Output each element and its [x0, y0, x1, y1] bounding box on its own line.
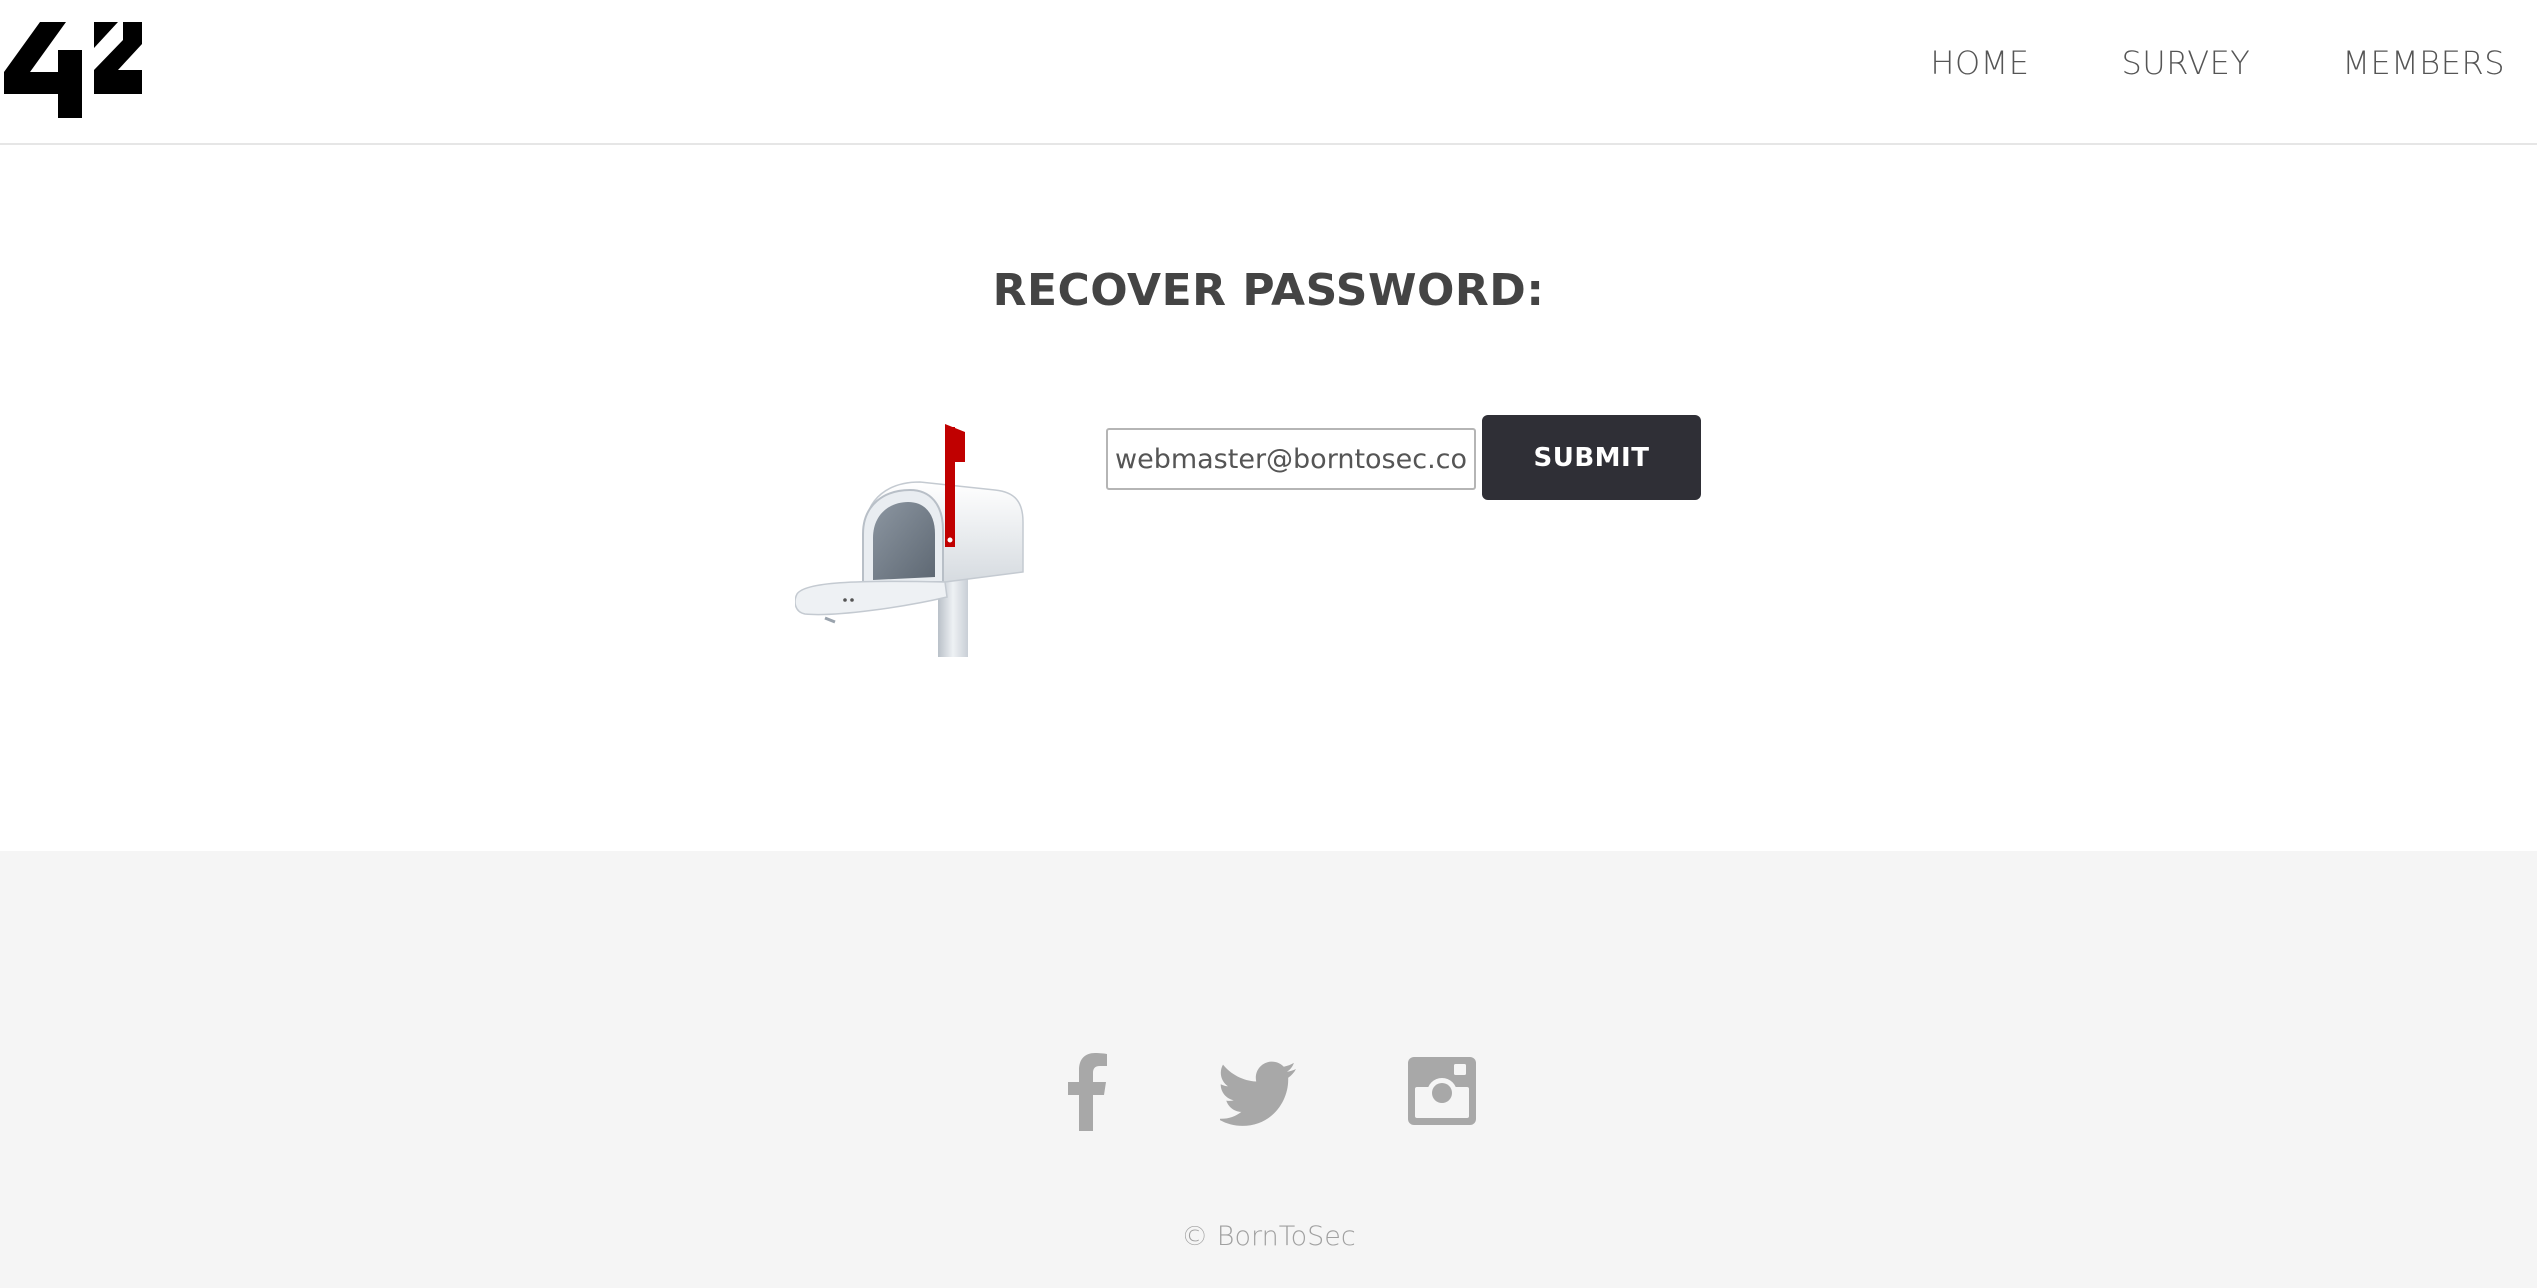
recover-password-section: RECOVER PASSWORD: webmaster@borntosec.co… — [0, 147, 2537, 851]
main-nav: HOME SURVEY MEMBERS — [1930, 44, 2505, 82]
email-input[interactable] — [1106, 428, 1476, 490]
submit-button[interactable]: SUBMIT — [1482, 415, 1701, 500]
site-footer: © BornToSec — [0, 851, 2537, 1288]
nav-home-link[interactable]: HOME — [1930, 44, 2029, 82]
mailbox-illustration — [795, 424, 1024, 657]
page-title: RECOVER PASSWORD: — [992, 265, 1545, 316]
facebook-icon[interactable] — [1050, 1051, 1130, 1131]
twitter-icon[interactable] — [1220, 1051, 1300, 1131]
site-header: HOME SURVEY MEMBERS — [0, 0, 2537, 145]
copyright-text: © BornToSec — [1181, 1221, 1356, 1252]
instagram-icon[interactable] — [1402, 1051, 1482, 1131]
42-logo-icon[interactable] — [0, 18, 150, 123]
nav-members-link[interactable]: MEMBERS — [2342, 44, 2505, 82]
nav-survey-link[interactable]: SURVEY — [2121, 44, 2250, 82]
